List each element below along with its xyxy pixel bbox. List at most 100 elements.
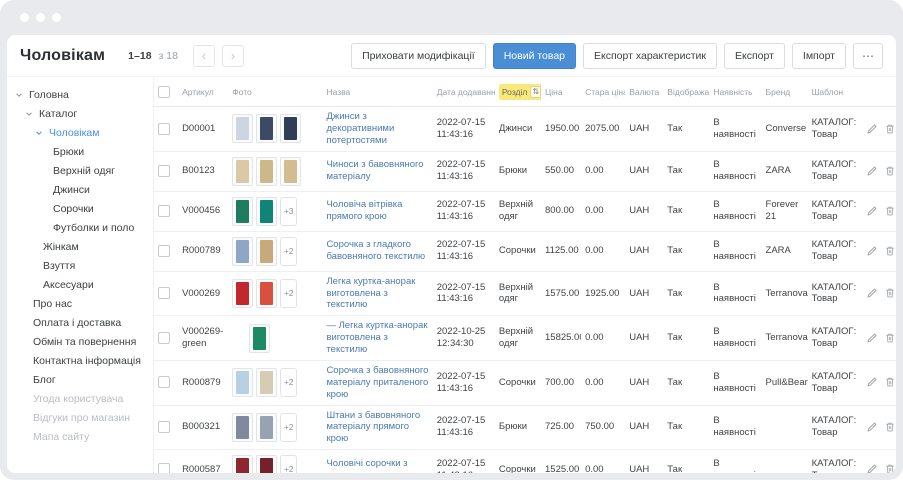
column-header-brand[interactable]: Бренд: [762, 77, 808, 107]
pagination-next-button[interactable]: ›: [222, 45, 244, 67]
pagination-prev-button[interactable]: ‹: [193, 45, 215, 67]
edit-icon[interactable]: [866, 205, 878, 217]
product-photo-thumb[interactable]: [232, 455, 253, 473]
edit-icon[interactable]: [866, 245, 878, 257]
sidebar-item-про-нас[interactable]: Про нас: [7, 294, 153, 313]
sidebar-item-блог[interactable]: Блог: [7, 370, 153, 389]
export-button[interactable]: Експорт: [724, 43, 785, 69]
sidebar-item-угода-користувача[interactable]: Угода користувача: [7, 389, 153, 408]
sidebar-item-аксесуари[interactable]: Аксесуари: [7, 275, 153, 294]
sidebar-item-взуття[interactable]: Взуття: [7, 256, 153, 275]
row-checkbox[interactable]: [158, 205, 170, 217]
product-name-link[interactable]: Штани з бавовняного матеріалу прямого кр…: [326, 410, 428, 446]
sidebar-item-каталог[interactable]: Каталог: [7, 104, 153, 123]
product-name-link[interactable]: Чиноси з бавовняного матеріалу: [326, 159, 428, 183]
column-header-template[interactable]: Шаблон: [808, 77, 860, 107]
delete-icon[interactable]: [884, 376, 896, 388]
product-photo-thumb[interactable]: [232, 413, 253, 442]
more-photos-badge[interactable]: +2: [280, 279, 297, 308]
edit-icon[interactable]: [866, 123, 878, 135]
section-sort-highlight[interactable]: Розділ ⇅: [499, 84, 541, 100]
sidebar-item-головна[interactable]: Головна: [7, 85, 153, 104]
sidebar-item-оплата-і-доставка[interactable]: Оплата і доставка: [7, 313, 153, 332]
sidebar-item-сорочки[interactable]: Сорочки: [7, 199, 153, 218]
sort-icon[interactable]: ⇅: [530, 86, 541, 98]
row-checkbox[interactable]: [158, 165, 170, 177]
sidebar-item-відгуки-про-магазин[interactable]: Відгуки про магазин: [7, 408, 153, 427]
edit-icon[interactable]: [866, 421, 878, 433]
column-header-date[interactable]: Дата додавання: [433, 77, 495, 107]
delete-icon[interactable]: [884, 165, 896, 177]
column-header-display[interactable]: Відображати: [663, 77, 709, 107]
sidebar-item-джинси[interactable]: Джинси: [7, 180, 153, 199]
row-checkbox[interactable]: [158, 463, 170, 473]
more-photos-badge[interactable]: +2: [280, 237, 297, 266]
sidebar-item-обмін-та-повернення[interactable]: Обмін та повернення: [7, 332, 153, 351]
edit-icon[interactable]: [866, 376, 878, 388]
product-name-link[interactable]: Легка куртка-анорак виготовлена з тексти…: [326, 276, 428, 312]
sidebar-item-брюки[interactable]: Брюки: [7, 142, 153, 161]
product-name-link[interactable]: Джинси з декоративними потертостями: [326, 111, 428, 147]
row-checkbox[interactable]: [158, 421, 170, 433]
column-header-availability[interactable]: Наявність: [709, 77, 761, 107]
delete-icon[interactable]: [884, 421, 896, 433]
sidebar-item-верхній-одяг[interactable]: Верхній одяг: [7, 161, 153, 180]
sidebar-item-футболки-и-поло[interactable]: Футболки и поло: [7, 218, 153, 237]
product-photo-thumb[interactable]: [232, 157, 253, 186]
sidebar-item-чоловікам[interactable]: Чоловікам: [7, 123, 153, 142]
new-product-button[interactable]: Новий товар: [493, 43, 576, 69]
window-minimize-button[interactable]: [36, 13, 45, 22]
window-close-button[interactable]: [20, 13, 29, 22]
product-photo-thumb[interactable]: [256, 455, 277, 473]
product-photo-thumb[interactable]: [256, 368, 277, 397]
column-header-photo[interactable]: Фото: [228, 77, 322, 107]
hide-modifications-button[interactable]: Приховати модифікації: [351, 43, 486, 69]
more-photos-badge[interactable]: +2: [280, 413, 297, 442]
column-header-currency[interactable]: Валюта: [625, 77, 663, 107]
more-actions-button[interactable]: ⋯: [853, 43, 883, 69]
edit-icon[interactable]: [866, 165, 878, 177]
edit-icon[interactable]: [866, 287, 878, 299]
delete-icon[interactable]: [884, 287, 896, 299]
product-photo-thumb[interactable]: [280, 157, 301, 186]
column-header-sku[interactable]: Артикул: [178, 77, 228, 107]
more-photos-badge[interactable]: +2: [280, 368, 297, 397]
sidebar-item-жінкам[interactable]: Жінкам: [7, 237, 153, 256]
product-photo-thumb[interactable]: [249, 324, 270, 353]
more-photos-badge[interactable]: +3: [280, 197, 297, 226]
product-photo-thumb[interactable]: [256, 114, 277, 143]
row-checkbox[interactable]: [158, 376, 170, 388]
product-name-link[interactable]: — Легка куртка-анорак виготовлена з текс…: [326, 320, 428, 356]
column-header-name[interactable]: Назва: [322, 77, 432, 107]
edit-icon[interactable]: [866, 463, 878, 473]
product-name-link[interactable]: Чоловіча вітрівка прямого крою: [326, 199, 428, 223]
row-checkbox[interactable]: [158, 123, 170, 135]
product-photo-thumb[interactable]: [232, 279, 253, 308]
delete-icon[interactable]: [884, 123, 896, 135]
delete-icon[interactable]: [884, 245, 896, 257]
product-photo-thumb[interactable]: [256, 237, 277, 266]
product-photo-thumb[interactable]: [256, 157, 277, 186]
select-all-checkbox[interactable]: [158, 86, 170, 98]
product-photo-thumb[interactable]: [280, 114, 301, 143]
product-photo-thumb[interactable]: [232, 237, 253, 266]
delete-icon[interactable]: [884, 332, 896, 344]
column-header-old-price[interactable]: Стара ціна: [581, 77, 625, 107]
product-name-link[interactable]: Чоловічі сорочки з легкого текстилю: [326, 458, 428, 473]
sidebar-item-мапа-сайту[interactable]: Мапа сайту: [7, 427, 153, 446]
product-photo-thumb[interactable]: [232, 114, 253, 143]
column-header-section[interactable]: Розділ ⇅: [495, 77, 541, 107]
product-photo-thumb[interactable]: [256, 413, 277, 442]
product-photo-thumb[interactable]: [232, 368, 253, 397]
product-photo-thumb[interactable]: [256, 197, 277, 226]
edit-icon[interactable]: [866, 332, 878, 344]
product-photo-thumb[interactable]: [232, 197, 253, 226]
export-characteristics-button[interactable]: Експорт характеристик: [583, 43, 717, 69]
row-checkbox[interactable]: [158, 245, 170, 257]
row-checkbox[interactable]: [158, 332, 170, 344]
product-name-link[interactable]: Сорочка з бавовняного матеріалу притален…: [326, 365, 428, 401]
sidebar-item-контактна-інформація[interactable]: Контактна інформація: [7, 351, 153, 370]
delete-icon[interactable]: [884, 463, 896, 473]
delete-icon[interactable]: [884, 205, 896, 217]
import-button[interactable]: Імпорт: [792, 43, 846, 69]
